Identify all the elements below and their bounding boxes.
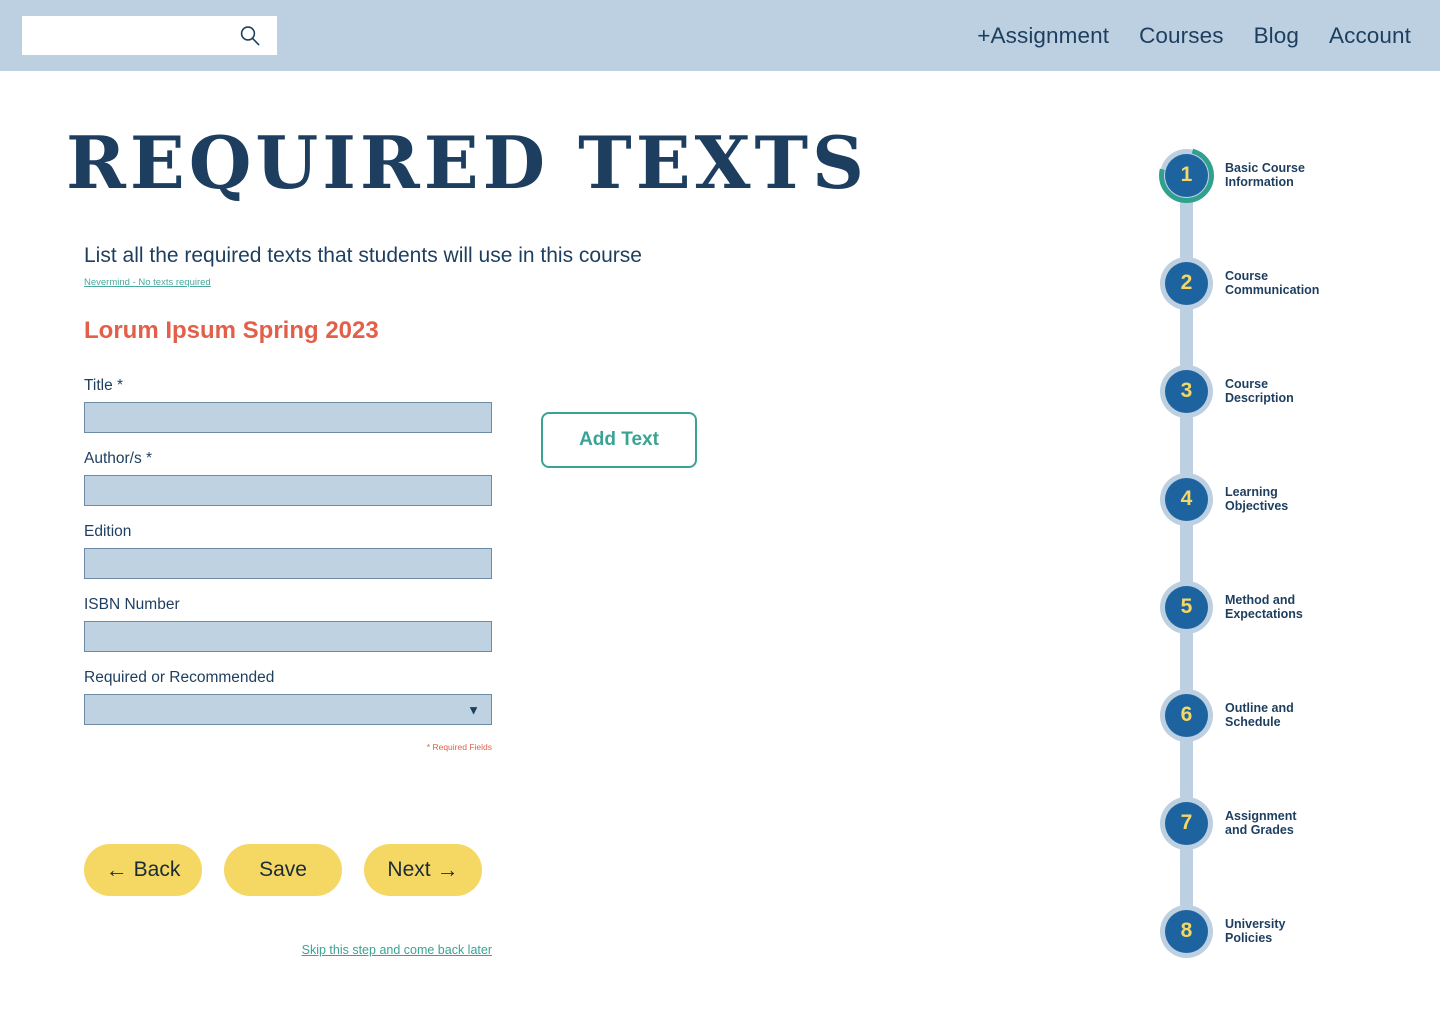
arrow-left-icon: ← (105, 857, 128, 882)
required-texts-form: Title * Author/s * Edition ISBN Number R… (84, 377, 492, 752)
required-or-recommended-select-wrap[interactable]: ▼ (84, 694, 492, 725)
step-circle-1: 1 (1159, 147, 1214, 203)
stepper-item-3[interactable]: 3 Course Description (1160, 363, 1440, 419)
field-edition: Edition (84, 523, 492, 579)
step-label-7: Assignment and Grades (1225, 809, 1297, 837)
nav-link-blog[interactable]: Blog (1239, 0, 1314, 71)
stepper-item-8[interactable]: 8 University Policies (1160, 903, 1440, 959)
add-text-button[interactable]: Add Text (541, 412, 697, 468)
step-number-8: 8 (1165, 909, 1208, 953)
step-label-8: University Policies (1225, 917, 1286, 945)
step-label-3: Course Description (1225, 377, 1294, 405)
next-button[interactable]: Next → (364, 844, 482, 896)
authors-input[interactable] (84, 475, 492, 506)
field-label-edition: Edition (84, 523, 132, 540)
step-number-7: 7 (1165, 801, 1208, 845)
field-title: Title * (84, 377, 492, 433)
nav-link-courses[interactable]: Courses (1124, 0, 1238, 71)
top-navigation-bar: +Assignment Courses Blog Account (0, 0, 1440, 71)
next-button-label: Next (387, 858, 431, 881)
required-or-recommended-select[interactable] (84, 694, 492, 725)
stepper-item-5[interactable]: 5 Method and Expectations (1160, 579, 1440, 635)
step-number-1: 1 (1165, 153, 1208, 197)
field-authors: Author/s * (84, 450, 492, 506)
step-number-4: 4 (1165, 477, 1208, 521)
step-label-4: Learning Objectives (1225, 485, 1289, 513)
save-button-label: Save (259, 858, 307, 881)
field-required-or-recommended: Required or Recommended ▼ (84, 669, 492, 725)
step-label-5: Method and Expectations (1225, 593, 1303, 621)
search-box[interactable] (22, 16, 277, 55)
field-label-isbn: ISBN Number (84, 596, 180, 613)
back-button-label: Back (133, 858, 181, 881)
step-circle-8: 8 (1160, 904, 1213, 958)
step-circle-6: 6 (1160, 688, 1213, 742)
step-circle-5: 5 (1160, 580, 1213, 634)
edition-input[interactable] (84, 548, 492, 579)
save-button[interactable]: Save (224, 844, 342, 896)
nav-link-assignment[interactable]: +Assignment (962, 0, 1124, 71)
step-label-2: Course Communication (1225, 269, 1320, 297)
stepper-item-6[interactable]: 6 Outline and Schedule (1160, 687, 1440, 743)
arrow-right-icon: → (436, 857, 459, 882)
title-input[interactable] (84, 402, 492, 433)
step-circle-7: 7 (1160, 796, 1213, 850)
stepper-item-1[interactable]: 1 Basic Course Information (1159, 147, 1440, 203)
step-label-6: Outline and Schedule (1225, 701, 1294, 729)
stepper-item-7[interactable]: 7 Assignment and Grades (1160, 795, 1440, 851)
nevermind-no-texts-link[interactable]: Nevermind - No texts required (84, 277, 211, 288)
step-circle-4: 4 (1160, 472, 1213, 526)
stepper-item-4[interactable]: 4 Learning Objectives (1160, 471, 1440, 527)
required-fields-note: * Required Fields (426, 742, 492, 752)
step-number-2: 2 (1165, 261, 1208, 305)
search-input[interactable] (28, 17, 233, 54)
page-title: REQUIRED TEXTS (66, 120, 869, 205)
isbn-input[interactable] (84, 621, 492, 652)
page-subtitle: List all the required texts that student… (84, 244, 642, 267)
course-name-heading: Lorum Ipsum Spring 2023 (84, 317, 379, 344)
nav-link-account[interactable]: Account (1314, 0, 1426, 71)
step-number-6: 6 (1165, 693, 1208, 737)
step-number-3: 3 (1165, 369, 1208, 413)
main-nav: +Assignment Courses Blog Account (962, 0, 1426, 71)
form-action-buttons: ← Back Save Next → (84, 844, 482, 896)
step-label-1: Basic Course Information (1225, 161, 1305, 189)
step-number-5: 5 (1165, 585, 1208, 629)
progress-stepper: 1 Basic Course Information 2 Course Comm… (1159, 71, 1440, 1024)
search-icon[interactable] (233, 17, 267, 54)
field-label-required-or-recommended: Required or Recommended (84, 669, 275, 686)
field-label-authors: Author/s * (84, 450, 153, 467)
field-isbn: ISBN Number (84, 596, 492, 652)
stepper-item-2[interactable]: 2 Course Communication (1160, 255, 1440, 311)
main-content: REQUIRED TEXTS List all the required tex… (0, 71, 1140, 1024)
back-button[interactable]: ← Back (84, 844, 202, 896)
step-circle-3: 3 (1160, 364, 1213, 418)
step-circle-2: 2 (1160, 256, 1213, 310)
skip-step-link[interactable]: Skip this step and come back later (84, 943, 492, 957)
field-label-title: Title * (84, 377, 124, 394)
